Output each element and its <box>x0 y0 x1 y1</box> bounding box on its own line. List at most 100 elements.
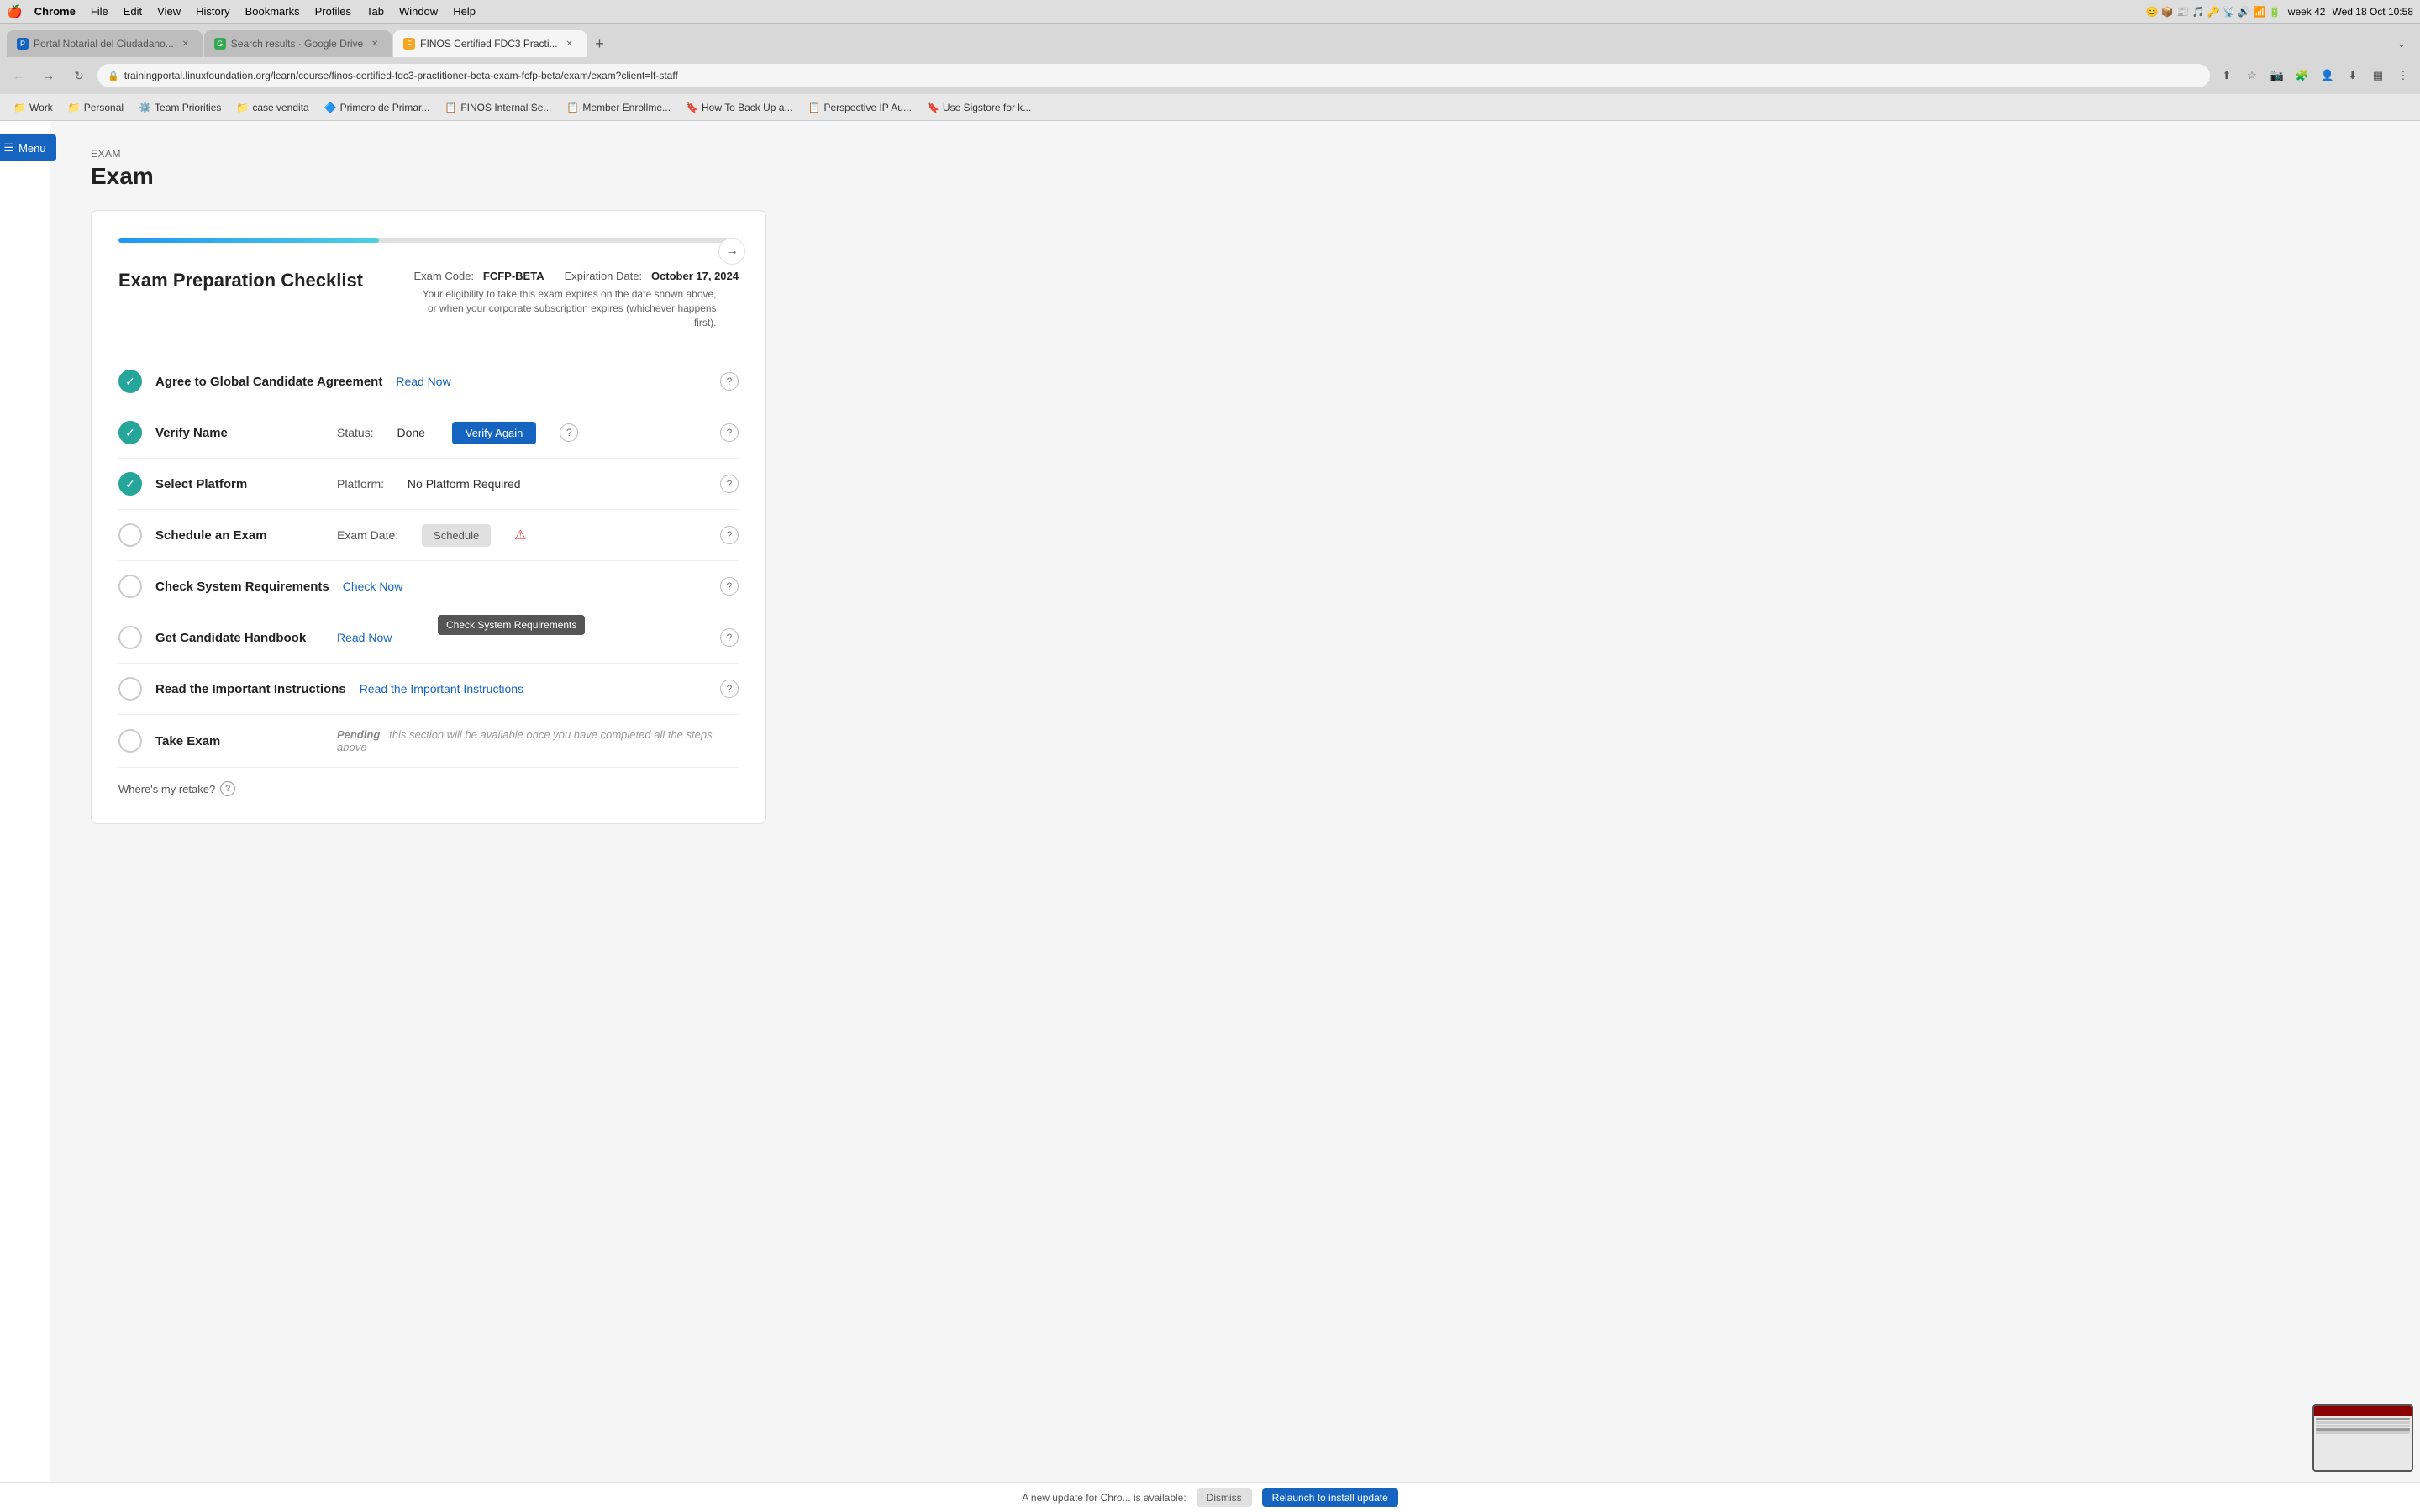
screenshot-icon[interactable]: 📷 <box>2267 66 2287 86</box>
menubar-profiles[interactable]: Profiles <box>308 3 358 19</box>
thumb-body <box>2314 1416 2412 1470</box>
help-icon-sysreq[interactable]: ? <box>720 577 739 596</box>
bookmark-work-label: Work <box>29 102 53 113</box>
apple-menu[interactable]: 🍎 <box>7 4 23 19</box>
menubar-view[interactable]: View <box>150 3 187 19</box>
update-text: A new update for Chro... is available: <box>1022 1492 1186 1504</box>
tab-close-drive[interactable]: ✕ <box>368 37 381 50</box>
sidebar-toggle-icon[interactable]: ▦ <box>2368 66 2388 86</box>
item-name-agree: Agree to Global Candidate Agreement <box>155 375 382 389</box>
tab-finos[interactable]: F FINOS Certified FDC3 Practi... ✕ <box>393 30 586 57</box>
profile-icon[interactable]: 👤 <box>2317 66 2338 86</box>
verify-again-button[interactable]: Verify Again <box>452 422 537 444</box>
menubar-chrome[interactable]: Chrome <box>28 3 82 19</box>
share-icon[interactable]: ⬆ <box>2217 66 2237 86</box>
progress-bar <box>118 238 739 243</box>
list-icon: 📋 <box>808 102 820 113</box>
check-platform: ✓ <box>118 472 142 496</box>
menubar: 🍎 Chrome File Edit View History Bookmark… <box>0 0 2420 24</box>
menubar-file[interactable]: File <box>84 3 115 19</box>
menubar-bookmarks[interactable]: Bookmarks <box>239 3 307 19</box>
bookmark-team-priorities[interactable]: ⚙️ Team Priorities <box>132 99 228 116</box>
menubar-week: week 42 <box>2288 6 2326 18</box>
bookmark-member-enroll[interactable]: 📋 Member Enrollme... <box>560 99 677 116</box>
checklist-item-verify: ✓ Verify Name Status: Done Verify Again … <box>118 407 739 459</box>
tab-google-drive[interactable]: G Search results · Google Drive ✕ <box>204 30 392 57</box>
folder-icon: 📁 <box>68 102 81 113</box>
help-icon-verify[interactable]: ? <box>720 423 739 442</box>
check-schedule <box>118 523 142 547</box>
item-detail-verify: Status: Done Verify Again ? <box>337 422 707 444</box>
update-now-button[interactable]: Relaunch to install update <box>1262 1488 1398 1507</box>
help-icon-instructions[interactable]: ? <box>720 680 739 698</box>
checklist-item-schedule: Schedule an Exam Exam Date: Schedule ⚠ ? <box>118 510 739 561</box>
bookmark-icon: 🔖 <box>686 102 698 113</box>
retake-label: Where's my retake? <box>118 783 215 795</box>
checklist-title: Exam Preparation Checklist <box>118 270 363 291</box>
check-now-link[interactable]: Check Now <box>343 580 403 593</box>
pending-description: this section will be available once you … <box>337 728 713 753</box>
address-actions: ⬆ ☆ 📷 🧩 👤 ⬇ ▦ ⋮ <box>2217 66 2413 86</box>
new-tab-button[interactable]: + <box>588 32 612 55</box>
read-now-link-handbook[interactable]: Read Now <box>337 631 392 644</box>
menu-label: Menu <box>18 142 46 155</box>
eligibility-note: Your eligibility to take this exam expir… <box>414 287 717 329</box>
bookmark-sigstore[interactable]: 🔖 Use Sigstore for k... <box>920 99 1038 116</box>
menubar-window[interactable]: Window <box>392 3 445 19</box>
check-sysreq <box>118 575 142 598</box>
tab-close-portal[interactable]: ✕ <box>179 37 192 50</box>
item-name-schedule: Schedule an Exam <box>155 528 324 543</box>
next-button[interactable]: → <box>718 238 745 265</box>
page-content: ☰ Menu EXAM Exam → Exam Preparation Chec… <box>0 121 2420 1512</box>
download-icon[interactable]: ⬇ <box>2343 66 2363 86</box>
bookmark-star-icon[interactable]: ☆ <box>2242 66 2262 86</box>
bookmark-backup[interactable]: 🔖 How To Back Up a... <box>679 99 799 116</box>
bookmark-primero-label: Primero de Primar... <box>340 102 430 113</box>
bookmark-case-label: case vendita <box>252 102 308 113</box>
help-icon-agree[interactable]: ? <box>720 372 739 391</box>
menubar-icons: 😊 📦 📰 🎵 🔑 📡 🔊 📶 🔋 <box>2146 6 2281 18</box>
thumbnail-inner <box>2314 1406 2412 1470</box>
read-now-link-agree[interactable]: Read Now <box>396 375 450 388</box>
help-icon-handbook[interactable]: ? <box>720 628 739 647</box>
tab-list-button[interactable]: ⌄ <box>2390 32 2413 55</box>
platform-label: Platform: <box>337 477 384 491</box>
tab-close-finos[interactable]: ✕ <box>563 37 576 50</box>
bookmark-backup-label: How To Back Up a... <box>702 102 793 113</box>
bookmark-personal[interactable]: 📁 Personal <box>61 99 130 116</box>
more-menu-icon[interactable]: ⋮ <box>2393 66 2413 86</box>
tab-portal-notarial[interactable]: P Portal Notarial del Ciudadano... ✕ <box>7 30 203 57</box>
bookmark-perspective-label: Perspective IP Au... <box>823 102 912 113</box>
exam-card: → Exam Preparation Checklist Exam Code: … <box>91 210 766 824</box>
bookmarks-bar: 📁 Work 📁 Personal ⚙️ Team Priorities 📁 c… <box>0 94 2420 121</box>
platform-value: No Platform Required <box>408 477 521 491</box>
exam-info-row: Exam Preparation Checklist Exam Code: FC… <box>118 270 739 329</box>
bookmark-icon: 🔖 <box>927 102 939 113</box>
bookmark-primero[interactable]: 🔷 Primero de Primar... <box>318 99 437 116</box>
read-instructions-link[interactable]: Read the Important Instructions <box>360 682 523 696</box>
extensions-icon[interactable]: 🧩 <box>2292 66 2312 86</box>
bookmark-perspective[interactable]: 📋 Perspective IP Au... <box>801 99 918 116</box>
address-field[interactable]: 🔒 trainingportal.linuxfoundation.org/lea… <box>97 64 2210 87</box>
exam-section-label: EXAM <box>91 148 766 160</box>
address-bar-row: ← → ↻ 🔒 trainingportal.linuxfoundation.o… <box>0 57 2420 94</box>
bookmark-finos-internal[interactable]: 📋 FINOS Internal Se... <box>438 99 558 116</box>
help-icon-verify-inline[interactable]: ? <box>560 423 578 442</box>
forward-button[interactable]: → <box>37 64 60 87</box>
schedule-button[interactable]: Schedule <box>422 524 491 547</box>
retake-row[interactable]: Where's my retake? ? <box>118 781 739 796</box>
diamond-icon: 🔷 <box>324 102 337 113</box>
menu-button[interactable]: ☰ Menu <box>0 134 56 161</box>
menubar-tab[interactable]: Tab <box>360 3 391 19</box>
menubar-help[interactable]: Help <box>446 3 482 19</box>
retake-help-icon[interactable]: ? <box>220 781 235 796</box>
back-button[interactable]: ← <box>7 64 30 87</box>
help-icon-platform[interactable]: ? <box>720 475 739 493</box>
help-icon-schedule[interactable]: ? <box>720 526 739 544</box>
bookmark-work[interactable]: 📁 Work <box>7 99 60 116</box>
bookmark-case-vendita[interactable]: 📁 case vendita <box>229 99 315 116</box>
menubar-edit[interactable]: Edit <box>117 3 149 19</box>
reload-button[interactable]: ↻ <box>67 64 91 87</box>
menubar-history[interactable]: History <box>189 3 236 19</box>
dismiss-button[interactable]: Dismiss <box>1197 1488 1252 1507</box>
